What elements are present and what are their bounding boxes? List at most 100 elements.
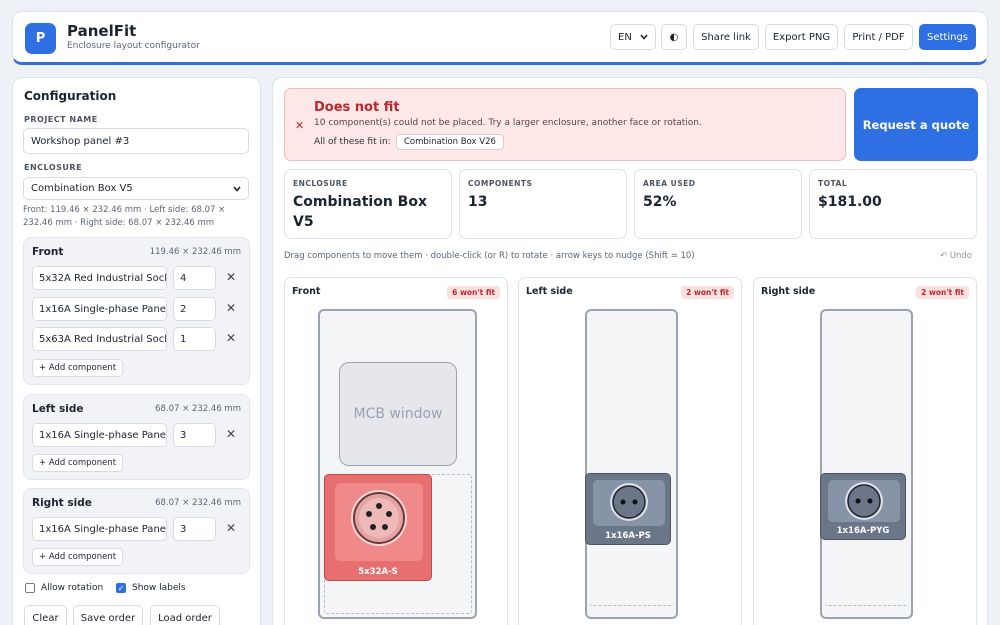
socket-component[interactable]: 1x16A-PS <box>585 473 671 545</box>
socket-component[interactable]: 5x32A-S <box>324 474 432 581</box>
language-value: EN <box>618 31 632 43</box>
project-name-label: PROJECT NAME <box>24 115 98 124</box>
wont-fit-badge: 2 won't fit <box>916 286 969 299</box>
load-order-button[interactable]: Load order <box>150 605 220 625</box>
error-x-icon: ✕ <box>295 119 305 132</box>
chevron-down-icon <box>640 34 648 40</box>
group-name: Right side <box>32 497 92 509</box>
component-row: 1x16A Single-phase Panel 3 ✕ <box>32 517 244 541</box>
add-component-button[interactable]: + Add component <box>32 548 124 566</box>
industrial-socket-icon <box>351 490 407 546</box>
face-name: Right side <box>761 286 816 297</box>
component-name-field[interactable]: 5x63A Red Industrial Socket <box>32 327 167 351</box>
print-pdf-button[interactable]: Print / PDF <box>844 24 913 50</box>
share-link-button[interactable]: Share link <box>693 24 759 50</box>
component-name-field[interactable]: 5x32A Red Industrial Socket <box>32 266 167 290</box>
undo-button[interactable]: ↶ Undo <box>940 251 972 261</box>
power-socket-icon <box>610 483 648 521</box>
component-row: 1x16A Single-phase Panel 2 ✕ <box>32 297 244 321</box>
checkmark-icon: ✓ <box>116 583 126 593</box>
face-panel-front: Front 6 won't fit MCB window 5x32A-S <box>284 277 508 625</box>
fit-error-alert: ✕ Does not fit 10 component(s) could not… <box>284 88 846 161</box>
export-png-button[interactable]: Export PNG <box>765 24 838 50</box>
quantity-field[interactable]: 1 <box>173 327 216 351</box>
fits-in-label: All of these fit in: <box>314 137 391 147</box>
component-name-field[interactable]: 1x16A Single-phase Panel <box>32 297 167 321</box>
component-name-field[interactable]: 1x16A Single-phase Panel <box>32 517 167 541</box>
group-name: Front <box>32 246 64 258</box>
mcb-window[interactable]: MCB window <box>339 362 457 466</box>
chevron-down-icon <box>233 185 241 192</box>
quantity-field[interactable]: 3 <box>173 423 216 447</box>
remove-icon[interactable]: ✕ <box>226 301 236 315</box>
component-name-field[interactable]: 1x16A Single-phase Panel <box>32 423 167 447</box>
enclosure-dimensions: Front: 119.46 × 232.46 mm · Left side: 6… <box>23 205 226 228</box>
remove-icon[interactable]: ✕ <box>226 331 236 345</box>
stat-label: ENCLOSURE <box>293 179 348 188</box>
power-socket-icon <box>845 482 883 520</box>
component-row: 5x32A Red Industrial Socket 4 ✕ <box>32 266 244 290</box>
group-name: Left side <box>32 403 84 415</box>
app-logo: P <box>25 23 56 54</box>
stat-enclosure: ENCLOSURE Combination Box V5 <box>284 169 452 239</box>
remove-icon[interactable]: ✕ <box>226 427 236 441</box>
face-name: Left side <box>526 286 573 297</box>
interaction-hint: Drag components to move them · double-cl… <box>284 251 695 261</box>
stat-value: 13 <box>468 194 488 210</box>
stat-label: COMPONENTS <box>468 179 533 188</box>
face-group-left-side: Left side 68.07 × 232.46 mm 1x16A Single… <box>23 394 250 480</box>
contrast-icon: ◐ <box>669 31 679 43</box>
face-panel-left-side: Left side 2 won't fit 1x16A-PS <box>518 277 742 625</box>
remove-icon[interactable]: ✕ <box>226 270 236 284</box>
project-name-input[interactable]: Workshop panel #3 <box>23 128 249 154</box>
enclosure-select-value: Combination Box V5 <box>31 183 133 194</box>
socket-label: 1x16A-PYG <box>836 526 890 536</box>
socket-label: 5x32A-S <box>358 567 398 577</box>
stat-label: TOTAL <box>818 179 848 188</box>
layout-workspace: ✕ Does not fit 10 component(s) could not… <box>272 77 988 625</box>
stat-value: Combination Box V5 <box>293 194 427 230</box>
face-panel-right-side: Right side 2 won't fit 1x16A-PYG <box>753 277 977 625</box>
language-select[interactable]: EN <box>610 24 656 50</box>
alert-message: 10 component(s) could not be placed. Try… <box>314 118 702 128</box>
remove-icon[interactable]: ✕ <box>226 521 236 535</box>
stat-area-used: AREA USED 52% <box>634 169 802 239</box>
enclosure-label: ENCLOSURE <box>24 163 83 172</box>
socket-label: 1x16A-PS <box>605 531 651 541</box>
wont-fit-badge: 2 won't fit <box>681 286 734 299</box>
wont-fit-badge: 6 won't fit <box>447 286 500 299</box>
enclosure-select[interactable]: Combination Box V5 <box>23 177 249 200</box>
checkbox-unchecked-icon <box>25 583 35 593</box>
theme-toggle-button[interactable]: ◐ <box>661 24 687 50</box>
group-dimensions: 119.46 × 232.46 mm <box>149 247 241 257</box>
save-order-button[interactable]: Save order <box>73 605 143 625</box>
configuration-title: Configuration <box>24 89 117 103</box>
group-dimensions: 68.07 × 232.46 mm <box>155 498 241 508</box>
allow-rotation-checkbox[interactable]: Allow rotation <box>25 583 103 593</box>
show-labels-label: Show labels <box>132 583 186 593</box>
face-group-right-side: Right side 68.07 × 232.46 mm 1x16A Singl… <box>23 488 250 574</box>
face-name: Front <box>292 286 321 297</box>
face-group-front: Front 119.46 × 232.46 mm 5x32A Red Indus… <box>23 237 250 385</box>
enclosure-suggestion-chip[interactable]: Combination Box V26 <box>396 134 504 150</box>
show-labels-checkbox[interactable]: ✓ Show labels <box>116 583 186 593</box>
clear-button[interactable]: Clear <box>24 605 67 625</box>
add-component-button[interactable]: + Add component <box>32 454 124 472</box>
stat-label: AREA USED <box>643 179 696 188</box>
add-component-button[interactable]: + Add component <box>32 359 124 377</box>
app-title: PanelFit <box>67 22 137 40</box>
quantity-field[interactable]: 3 <box>173 517 216 541</box>
stat-total: TOTAL $181.00 <box>809 169 977 239</box>
alert-title: Does not fit <box>314 100 400 115</box>
quantity-field[interactable]: 2 <box>173 297 216 321</box>
stat-value: 52% <box>643 194 677 210</box>
component-row: 5x63A Red Industrial Socket 1 ✕ <box>32 327 244 351</box>
app-header: P PanelFit Enclosure layout configurator… <box>12 11 988 65</box>
quantity-field[interactable]: 4 <box>173 266 216 290</box>
configuration-panel: Configuration PROJECT NAME Workshop pane… <box>12 77 261 625</box>
allow-rotation-label: Allow rotation <box>41 583 104 593</box>
stat-value: $181.00 <box>818 194 882 210</box>
request-quote-button[interactable]: Request a quote <box>854 88 978 161</box>
socket-component[interactable]: 1x16A-PYG <box>820 473 906 540</box>
settings-button[interactable]: Settings <box>919 24 976 50</box>
